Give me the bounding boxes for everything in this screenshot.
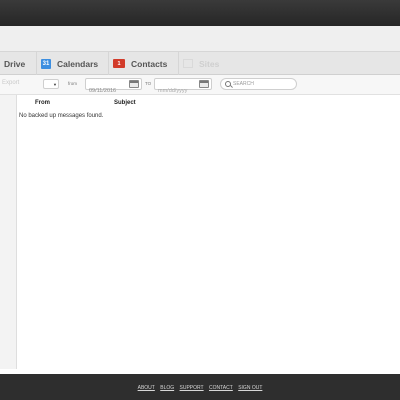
footer: ABOUT BLOG SUPPORT CONTACT SIGN OUT <box>0 374 400 400</box>
footer-link-blog[interactable]: BLOG <box>160 385 174 391</box>
tab-sites[interactable]: Sites <box>179 52 229 75</box>
calendar-picker-icon[interactable] <box>199 80 209 88</box>
to-date-field <box>154 78 212 96</box>
sites-icon <box>183 59 193 68</box>
search-input[interactable] <box>233 80 293 88</box>
filter-toolbar: Export ▼ from TO <box>0 75 400 96</box>
calendar-icon: 31 <box>41 58 51 69</box>
sub-header-bar <box>0 26 400 51</box>
to-label: TO <box>145 81 152 86</box>
tab-contacts-label: Contacts <box>131 58 168 69</box>
tab-contacts[interactable]: 1 Contacts <box>109 52 179 75</box>
empty-state-message: No backed up messages found. <box>19 113 104 119</box>
column-header-from[interactable]: From <box>35 100 50 106</box>
from-date-field <box>85 78 142 96</box>
search-icon <box>225 81 231 87</box>
from-label: from <box>68 81 77 86</box>
action-dropdown[interactable]: ▼ <box>43 79 59 89</box>
footer-link-about[interactable]: ABOUT <box>138 385 155 391</box>
to-date-input[interactable] <box>155 86 198 96</box>
tab-sites-label: Sites <box>199 58 220 69</box>
export-button[interactable]: Export <box>2 80 19 86</box>
chevron-down-icon: ▼ <box>53 82 57 87</box>
from-date-input[interactable] <box>86 86 129 96</box>
search-box <box>220 78 297 90</box>
footer-link-support[interactable]: SUPPORT <box>180 385 204 391</box>
top-header-bar <box>0 0 400 26</box>
tab-drive-label: Drive <box>4 58 26 69</box>
calendar-picker-icon[interactable] <box>129 80 139 88</box>
tab-calendars[interactable]: 31 Calendars <box>37 52 109 75</box>
tab-calendars-label: Calendars <box>57 58 99 69</box>
tab-drive[interactable]: Drive <box>0 52 37 75</box>
footer-links: ABOUT BLOG SUPPORT CONTACT SIGN OUT <box>0 385 400 391</box>
column-header-subject[interactable]: Subject <box>114 100 136 106</box>
left-pane <box>0 95 17 369</box>
service-tabs: Drive 31 Calendars 1 Contacts Sites <box>0 51 400 75</box>
contacts-icon: 1 <box>113 59 125 68</box>
footer-link-sign-out[interactable]: SIGN OUT <box>238 385 262 391</box>
footer-link-contact[interactable]: CONTACT <box>209 385 233 391</box>
